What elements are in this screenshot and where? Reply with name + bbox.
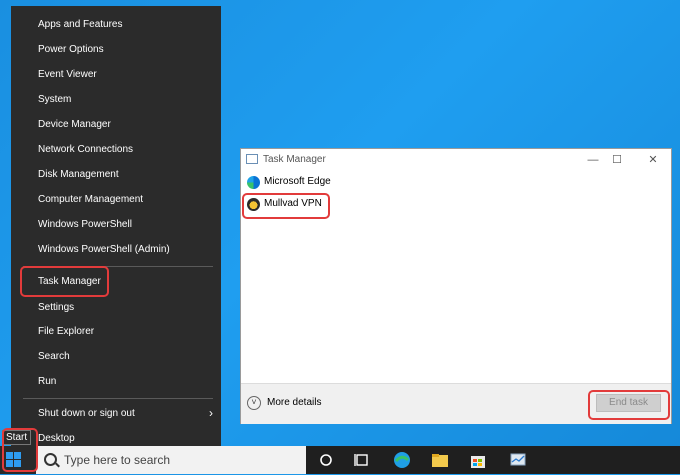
file-explorer-icon[interactable] <box>430 450 450 470</box>
end-task-button[interactable]: End task <box>596 394 661 412</box>
search-placeholder: Type here to search <box>64 453 171 467</box>
edge-icon <box>247 176 260 189</box>
search-icon <box>44 453 57 466</box>
chevron-down-icon[interactable]: ˅ <box>247 396 261 410</box>
menu-item-event-viewer[interactable]: Event Viewer <box>11 62 221 87</box>
process-name: Mullvad VPN <box>264 198 322 209</box>
menu-item-power-options[interactable]: Power Options <box>11 37 221 62</box>
edge-taskbar-icon[interactable] <box>392 450 412 470</box>
task-manager-footer: ˅ More details End task <box>241 383 671 424</box>
task-manager-window: Task Manager — ☐ ✕ Microsoft Edge Mullva… <box>240 148 672 424</box>
minimize-icon[interactable]: — <box>581 151 605 169</box>
menu-item-network-connections[interactable]: Network Connections <box>11 137 221 162</box>
mullvad-icon <box>247 198 260 211</box>
window-title: Task Manager <box>263 154 326 165</box>
power-user-menu: Apps and Features Power Options Event Vi… <box>11 6 221 458</box>
start-button[interactable] <box>0 446 36 474</box>
menu-item-windows-powershell-admin[interactable]: Windows PowerShell (Admin) <box>11 237 221 262</box>
menu-item-windows-powershell[interactable]: Windows PowerShell <box>11 212 221 237</box>
menu-item-search[interactable]: Search <box>11 344 221 369</box>
start-tooltip: Start <box>2 430 32 445</box>
menu-item-computer-management[interactable]: Computer Management <box>11 187 221 212</box>
process-name: Microsoft Edge <box>264 176 331 187</box>
task-manager-titlebar[interactable]: Task Manager — ☐ ✕ <box>241 149 671 171</box>
menu-item-settings[interactable]: Settings <box>11 295 221 320</box>
task-view-icon[interactable] <box>316 450 336 470</box>
task-manager-icon <box>246 154 258 164</box>
menu-item-device-manager[interactable]: Device Manager <box>11 112 221 137</box>
taskbar-search-box[interactable]: Type here to search <box>36 446 306 474</box>
menu-item-apps-and-features[interactable]: Apps and Features <box>11 12 221 37</box>
task-manager-taskbar-icon[interactable] <box>508 450 528 470</box>
store-icon[interactable] <box>468 450 488 470</box>
more-details-link[interactable]: More details <box>267 397 321 408</box>
menu-item-system[interactable]: System <box>11 87 221 112</box>
close-icon[interactable]: ✕ <box>641 151 665 169</box>
menu-item-shut-down-label: Shut down or sign out <box>38 408 135 419</box>
timeline-icon[interactable] <box>352 450 372 470</box>
menu-item-disk-management[interactable]: Disk Management <box>11 162 221 187</box>
menu-item-run[interactable]: Run <box>11 369 221 394</box>
windows-logo-icon <box>6 452 22 468</box>
menu-item-shut-down[interactable]: Shut down or sign out › <box>11 401 221 426</box>
chevron-right-icon: › <box>209 406 213 420</box>
menu-separator <box>23 398 213 399</box>
menu-item-task-manager[interactable]: Task Manager <box>11 269 221 294</box>
menu-item-file-explorer[interactable]: File Explorer <box>11 319 221 344</box>
menu-separator <box>23 266 213 267</box>
maximize-icon[interactable]: ☐ <box>605 151 629 169</box>
